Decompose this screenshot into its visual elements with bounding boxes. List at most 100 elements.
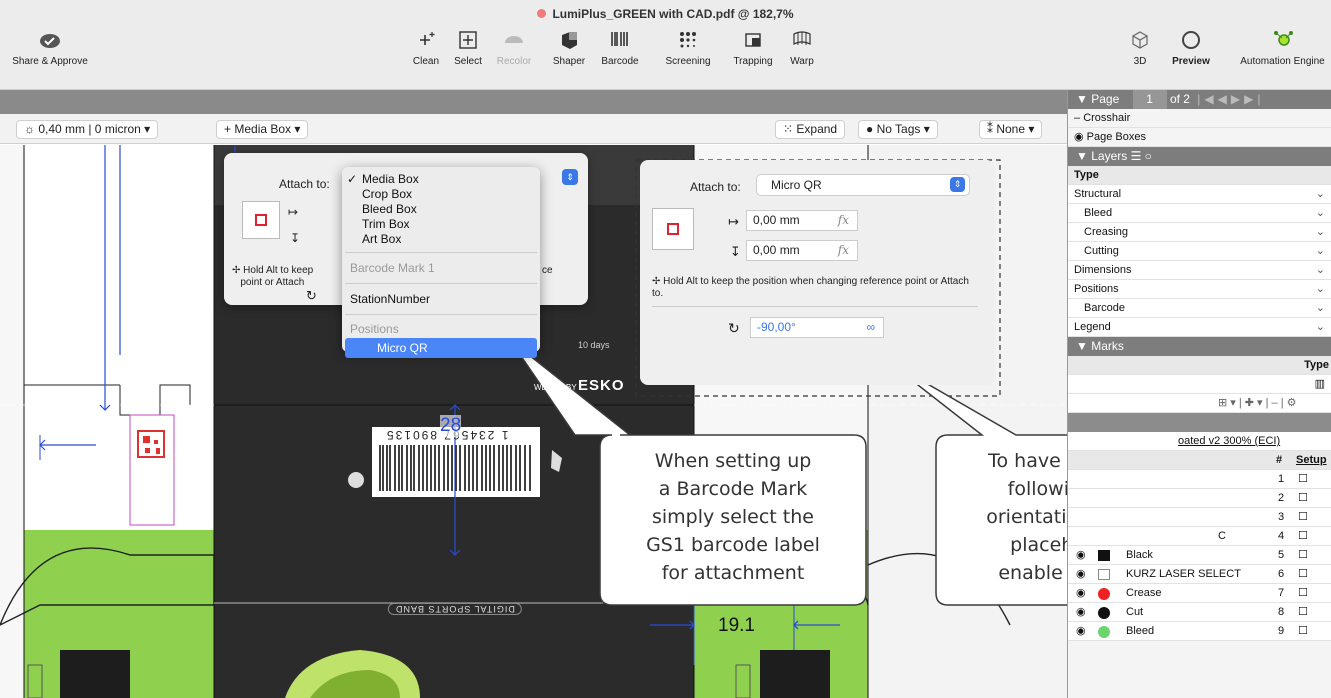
checkbox[interactable]: ☐ [1298,565,1308,584]
checkbox[interactable]: ☐ [1298,527,1308,546]
checkbox[interactable]: ☐ [1298,603,1308,622]
recolor-button[interactable]: Recolor [492,24,536,67]
box-dropdown[interactable]: + Media Box ▾ [216,120,309,139]
marks-header[interactable]: ▼ Marks [1068,337,1331,356]
fx-icon[interactable]: fx [838,211,849,230]
layers-header[interactable]: ▼ Layers ☰ ○ [1068,147,1331,166]
qr-x-arrow-icon: ↦ [728,214,739,229]
clean-sparkle-icon [420,32,435,45]
marks-row[interactable]: ▥ [1068,375,1331,394]
qr-x-input[interactable]: 0,00 mm fx [746,210,858,231]
checkbox[interactable]: ☐ [1298,489,1308,508]
shaper-button[interactable]: Shaper [546,24,592,67]
ink-row[interactable]: ◉ Black 5 ☐ [1068,546,1331,565]
dropdown-stepper-icon[interactable]: ⇕ [562,169,578,185]
ink-row[interactable]: ◉ Bleed 9 ☐ [1068,622,1331,641]
reference-point-box[interactable] [242,201,280,239]
recolor-label: Recolor [496,56,532,67]
layer-row[interactable]: Positions ⌄ [1068,280,1331,299]
layer-row[interactable]: Cutting ⌄ [1068,242,1331,261]
checkbox[interactable]: ☐ [1298,622,1308,641]
eye-icon[interactable]: ◉ [1074,131,1084,143]
layer-row[interactable]: Creasing ⌄ [1068,223,1331,242]
eye-icon[interactable]: ◉ [1076,546,1086,565]
page-number-input[interactable]: 1 [1132,90,1167,109]
3d-button[interactable]: 3D [1122,24,1158,67]
qr-x-value: 0,00 mm [753,213,800,227]
share-approve-button[interactable]: Share & Approve [4,24,96,67]
document-status-dot [537,9,547,18]
checkbox[interactable]: ☐ [1298,470,1308,489]
qr-attach-label: Attach to: [690,180,741,194]
qr-attach-select[interactable]: Micro QR ⇕ [756,174,970,196]
menu-item-bleed-box[interactable]: Bleed Box [342,202,540,217]
eye-icon[interactable]: ◉ [1076,622,1086,641]
link-icon[interactable]: ∞ [866,318,875,337]
barcode-button[interactable]: Barcode [594,24,646,67]
layer-row[interactable]: Barcode ⌄ [1068,299,1331,318]
ink-row[interactable]: 2 ☐ [1068,489,1331,508]
eye-icon[interactable]: ◉ [1076,603,1086,622]
menu-item-station-number[interactable]: StationNumber [342,289,540,309]
checkbox[interactable]: ☐ [1298,508,1308,527]
eye-icon[interactable]: ◉ [1076,565,1086,584]
marks-type-header: Type [1068,356,1331,375]
trapping-button[interactable]: Trapping [728,24,778,67]
preview-button[interactable]: Preview [1166,24,1216,67]
ink-profile-label: oated v2 300% (ECI) [1178,435,1281,447]
qr-rotation-input[interactable]: -90,00° ∞ [750,317,884,338]
ink-row[interactable]: 3 ☐ [1068,508,1331,527]
checkbox[interactable]: ☐ [1298,584,1308,603]
layer-row[interactable]: Legend ⌄ [1068,318,1331,337]
select-label: Select [454,56,482,67]
rotate-icon[interactable]: ↻ [306,288,317,304]
expand-button[interactable]: ⁙ Expand [775,120,846,139]
marks-toolbar[interactable]: ⊞ ▾ | ✚ ▾ | – | ⚙ [1068,394,1331,413]
thickness-value: 0,40 mm | 0 micron [38,122,141,136]
qr-rotate-icon[interactable]: ↻ [728,320,740,337]
select-icon [459,31,477,49]
ink-row[interactable]: C 4 ☐ [1068,527,1331,546]
automation-engine-button[interactable]: Automation Engine [1234,24,1331,67]
reference-point-icon [255,214,267,226]
chevron-down-icon: ⌄ [1315,188,1325,200]
page-nav-icons[interactable]: |◀◀▶▶| [1197,92,1264,106]
screening-button[interactable]: Screening [656,24,720,67]
menu-item-crop-box[interactable]: Crop Box [342,187,540,202]
micro-qr-popup: Attach to: Micro QR ⇕ ↦ 0,00 mm fx ↧ 0,00 … [640,160,995,385]
ink-row[interactable]: 1 ☐ [1068,470,1331,489]
trapping-label: Trapping [733,56,773,67]
menu-item-trim-box[interactable]: Trim Box [342,217,540,232]
menu-item-media-box[interactable]: ✓ Media Box [342,172,540,187]
left-callout-line: for attachment [661,562,805,584]
eye-icon[interactable]: ◉ [1076,584,1086,603]
thickness-dropdown[interactable]: ☼ 0,40 mm | 0 micron ▾ [16,120,159,139]
checkbox[interactable]: ☐ [1298,546,1308,565]
ink-profile-row[interactable]: oated v2 300% (ECI) [1068,432,1331,451]
artwork-esko-logo-text: ESKO [578,377,625,394]
automation-label: Automation Engine [1240,56,1325,67]
qr-reference-point-box[interactable] [652,208,694,250]
ink-row[interactable]: ◉ Cut 8 ☐ [1068,603,1331,622]
select-button[interactable]: Select [446,24,490,67]
tags-dropdown[interactable]: ● No Tags ▾ [858,120,938,139]
layers-menu-icon[interactable]: ☰ ○ [1131,149,1152,163]
qr-y-input[interactable]: 0,00 mm fx [746,240,858,261]
ink-row[interactable]: ◉ Crease 7 ☐ [1068,584,1331,603]
barcode-label: Barcode [601,56,639,67]
menu-item-micro-qr[interactable]: Micro QR [345,338,537,358]
fx-icon[interactable]: fx [838,241,849,260]
recolor-icon [505,36,523,43]
ink-row[interactable]: ◉ KURZ LASER SELECT 6 ☐ [1068,565,1331,584]
crosshair-row[interactable]: – Crosshair [1068,109,1331,128]
layer-row[interactable]: Structural ⌄ [1068,185,1331,204]
layer-row[interactable]: Bleed ⌄ [1068,204,1331,223]
chevron-down-icon: ⌄ [1315,207,1325,219]
page-boxes-row[interactable]: ◉ Page Boxes [1068,128,1331,147]
menu-item-art-box[interactable]: Art Box [342,232,540,247]
none-dropdown[interactable]: ⁑ None ▾ [979,120,1043,139]
menu-separator [345,283,537,284]
warp-button[interactable]: Warp [782,24,822,67]
clean-button[interactable]: Clean [406,24,446,67]
layer-row[interactable]: Dimensions ⌄ [1068,261,1331,280]
